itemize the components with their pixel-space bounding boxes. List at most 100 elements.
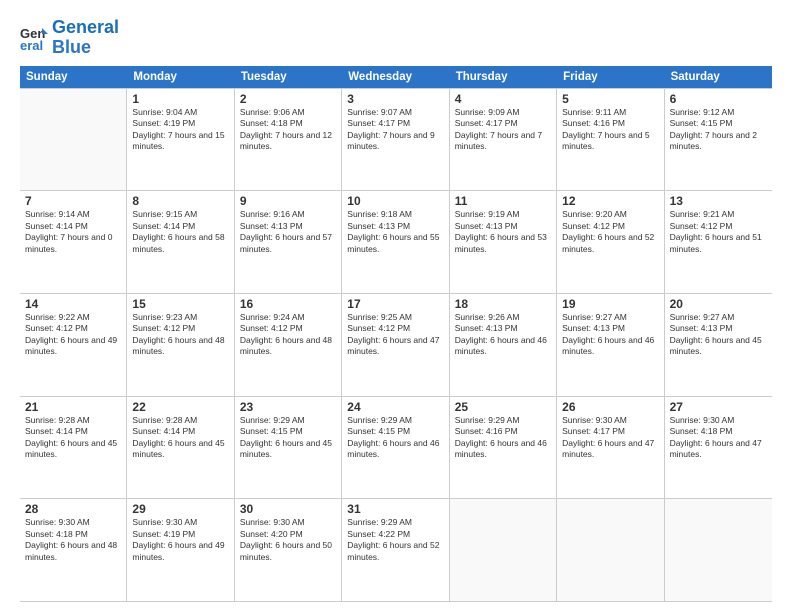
day-info: Sunrise: 9:22 AMSunset: 4:12 PMDaylight:…	[25, 312, 121, 358]
calendar-day-18: 18Sunrise: 9:26 AMSunset: 4:13 PMDayligh…	[450, 294, 557, 396]
calendar-day-3: 3Sunrise: 9:07 AMSunset: 4:17 PMDaylight…	[342, 89, 449, 191]
calendar-day-27: 27Sunrise: 9:30 AMSunset: 4:18 PMDayligh…	[665, 397, 772, 499]
calendar-day-25: 25Sunrise: 9:29 AMSunset: 4:16 PMDayligh…	[450, 397, 557, 499]
calendar-week-5: 28Sunrise: 9:30 AMSunset: 4:18 PMDayligh…	[20, 499, 772, 602]
day-info: Sunrise: 9:21 AMSunset: 4:12 PMDaylight:…	[670, 209, 767, 255]
day-number: 31	[347, 502, 443, 516]
calendar-day-29: 29Sunrise: 9:30 AMSunset: 4:19 PMDayligh…	[127, 499, 234, 601]
header-day-friday: Friday	[557, 66, 664, 88]
day-info: Sunrise: 9:30 AMSunset: 4:17 PMDaylight:…	[562, 415, 658, 461]
day-number: 15	[132, 297, 228, 311]
day-info: Sunrise: 9:29 AMSunset: 4:15 PMDaylight:…	[347, 415, 443, 461]
logo: Gen eral General Blue	[20, 18, 119, 58]
day-info: Sunrise: 9:14 AMSunset: 4:14 PMDaylight:…	[25, 209, 121, 255]
calendar-day-13: 13Sunrise: 9:21 AMSunset: 4:12 PMDayligh…	[665, 191, 772, 293]
calendar-day-5: 5Sunrise: 9:11 AMSunset: 4:16 PMDaylight…	[557, 89, 664, 191]
day-info: Sunrise: 9:07 AMSunset: 4:17 PMDaylight:…	[347, 107, 443, 153]
day-number: 3	[347, 92, 443, 106]
calendar-day-31: 31Sunrise: 9:29 AMSunset: 4:22 PMDayligh…	[342, 499, 449, 601]
calendar-day-20: 20Sunrise: 9:27 AMSunset: 4:13 PMDayligh…	[665, 294, 772, 396]
day-number: 4	[455, 92, 551, 106]
calendar-day-8: 8Sunrise: 9:15 AMSunset: 4:14 PMDaylight…	[127, 191, 234, 293]
day-info: Sunrise: 9:28 AMSunset: 4:14 PMDaylight:…	[132, 415, 228, 461]
day-info: Sunrise: 9:15 AMSunset: 4:14 PMDaylight:…	[132, 209, 228, 255]
calendar-day-19: 19Sunrise: 9:27 AMSunset: 4:13 PMDayligh…	[557, 294, 664, 396]
calendar-day-24: 24Sunrise: 9:29 AMSunset: 4:15 PMDayligh…	[342, 397, 449, 499]
calendar-week-4: 21Sunrise: 9:28 AMSunset: 4:14 PMDayligh…	[20, 397, 772, 500]
day-info: Sunrise: 9:09 AMSunset: 4:17 PMDaylight:…	[455, 107, 551, 153]
day-number: 24	[347, 400, 443, 414]
calendar-day-6: 6Sunrise: 9:12 AMSunset: 4:15 PMDaylight…	[665, 89, 772, 191]
calendar-week-1: 1Sunrise: 9:04 AMSunset: 4:19 PMDaylight…	[20, 88, 772, 192]
calendar-day-21: 21Sunrise: 9:28 AMSunset: 4:14 PMDayligh…	[20, 397, 127, 499]
day-number: 21	[25, 400, 121, 414]
calendar-day-11: 11Sunrise: 9:19 AMSunset: 4:13 PMDayligh…	[450, 191, 557, 293]
day-info: Sunrise: 9:25 AMSunset: 4:12 PMDaylight:…	[347, 312, 443, 358]
day-info: Sunrise: 9:30 AMSunset: 4:18 PMDaylight:…	[670, 415, 767, 461]
day-number: 13	[670, 194, 767, 208]
day-number: 1	[132, 92, 228, 106]
calendar-day-7: 7Sunrise: 9:14 AMSunset: 4:14 PMDaylight…	[20, 191, 127, 293]
day-info: Sunrise: 9:06 AMSunset: 4:18 PMDaylight:…	[240, 107, 336, 153]
day-number: 27	[670, 400, 767, 414]
day-info: Sunrise: 9:30 AMSunset: 4:18 PMDaylight:…	[25, 517, 121, 563]
calendar-day-17: 17Sunrise: 9:25 AMSunset: 4:12 PMDayligh…	[342, 294, 449, 396]
logo-icon: Gen eral	[20, 24, 48, 52]
day-info: Sunrise: 9:20 AMSunset: 4:12 PMDaylight:…	[562, 209, 658, 255]
day-info: Sunrise: 9:12 AMSunset: 4:15 PMDaylight:…	[670, 107, 767, 153]
calendar-day-1: 1Sunrise: 9:04 AMSunset: 4:19 PMDaylight…	[127, 89, 234, 191]
day-number: 18	[455, 297, 551, 311]
day-info: Sunrise: 9:29 AMSunset: 4:16 PMDaylight:…	[455, 415, 551, 461]
day-number: 20	[670, 297, 767, 311]
header-day-thursday: Thursday	[450, 66, 557, 88]
day-number: 10	[347, 194, 443, 208]
day-info: Sunrise: 9:23 AMSunset: 4:12 PMDaylight:…	[132, 312, 228, 358]
day-number: 30	[240, 502, 336, 516]
calendar-body: 1Sunrise: 9:04 AMSunset: 4:19 PMDaylight…	[20, 88, 772, 602]
calendar-day-empty	[20, 89, 127, 191]
calendar-day-30: 30Sunrise: 9:30 AMSunset: 4:20 PMDayligh…	[235, 499, 342, 601]
calendar-day-16: 16Sunrise: 9:24 AMSunset: 4:12 PMDayligh…	[235, 294, 342, 396]
day-number: 28	[25, 502, 121, 516]
day-number: 7	[25, 194, 121, 208]
calendar-week-2: 7Sunrise: 9:14 AMSunset: 4:14 PMDaylight…	[20, 191, 772, 294]
calendar-day-4: 4Sunrise: 9:09 AMSunset: 4:17 PMDaylight…	[450, 89, 557, 191]
header-day-saturday: Saturday	[665, 66, 772, 88]
day-info: Sunrise: 9:29 AMSunset: 4:15 PMDaylight:…	[240, 415, 336, 461]
calendar-day-15: 15Sunrise: 9:23 AMSunset: 4:12 PMDayligh…	[127, 294, 234, 396]
header-day-sunday: Sunday	[20, 66, 127, 88]
day-number: 14	[25, 297, 121, 311]
day-number: 8	[132, 194, 228, 208]
day-number: 5	[562, 92, 658, 106]
calendar-day-22: 22Sunrise: 9:28 AMSunset: 4:14 PMDayligh…	[127, 397, 234, 499]
logo-text-line2: Blue	[52, 38, 119, 58]
day-number: 6	[670, 92, 767, 106]
calendar-day-10: 10Sunrise: 9:18 AMSunset: 4:13 PMDayligh…	[342, 191, 449, 293]
day-info: Sunrise: 9:26 AMSunset: 4:13 PMDaylight:…	[455, 312, 551, 358]
calendar-day-23: 23Sunrise: 9:29 AMSunset: 4:15 PMDayligh…	[235, 397, 342, 499]
day-number: 23	[240, 400, 336, 414]
header-day-tuesday: Tuesday	[235, 66, 342, 88]
day-number: 29	[132, 502, 228, 516]
day-info: Sunrise: 9:27 AMSunset: 4:13 PMDaylight:…	[670, 312, 767, 358]
day-info: Sunrise: 9:04 AMSunset: 4:19 PMDaylight:…	[132, 107, 228, 153]
header-day-wednesday: Wednesday	[342, 66, 449, 88]
day-info: Sunrise: 9:11 AMSunset: 4:16 PMDaylight:…	[562, 107, 658, 153]
day-info: Sunrise: 9:28 AMSunset: 4:14 PMDaylight:…	[25, 415, 121, 461]
day-info: Sunrise: 9:27 AMSunset: 4:13 PMDaylight:…	[562, 312, 658, 358]
day-number: 19	[562, 297, 658, 311]
calendar-day-14: 14Sunrise: 9:22 AMSunset: 4:12 PMDayligh…	[20, 294, 127, 396]
day-number: 12	[562, 194, 658, 208]
day-info: Sunrise: 9:18 AMSunset: 4:13 PMDaylight:…	[347, 209, 443, 255]
calendar-day-empty	[665, 499, 772, 601]
calendar-day-26: 26Sunrise: 9:30 AMSunset: 4:17 PMDayligh…	[557, 397, 664, 499]
day-info: Sunrise: 9:29 AMSunset: 4:22 PMDaylight:…	[347, 517, 443, 563]
header-day-monday: Monday	[127, 66, 234, 88]
day-info: Sunrise: 9:16 AMSunset: 4:13 PMDaylight:…	[240, 209, 336, 255]
day-number: 16	[240, 297, 336, 311]
day-info: Sunrise: 9:30 AMSunset: 4:20 PMDaylight:…	[240, 517, 336, 563]
calendar-week-3: 14Sunrise: 9:22 AMSunset: 4:12 PMDayligh…	[20, 294, 772, 397]
day-info: Sunrise: 9:30 AMSunset: 4:19 PMDaylight:…	[132, 517, 228, 563]
day-number: 25	[455, 400, 551, 414]
calendar: SundayMondayTuesdayWednesdayThursdayFrid…	[20, 66, 772, 602]
